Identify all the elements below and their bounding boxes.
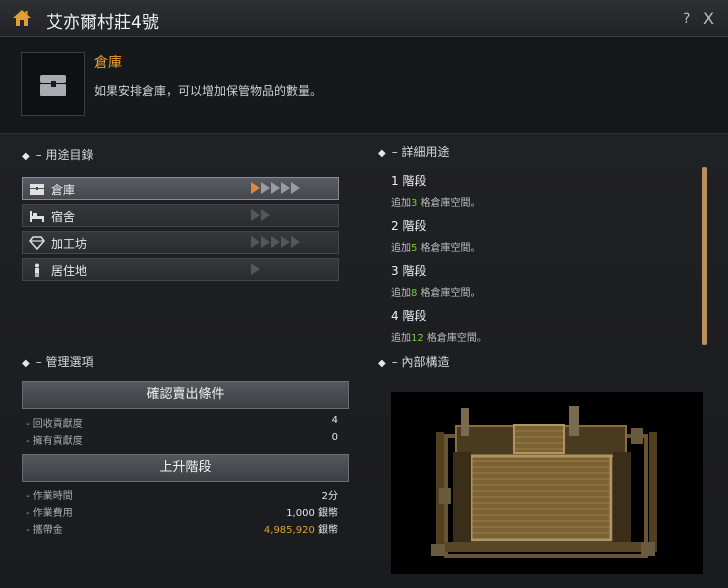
stage-3-desc: 追加8 格倉庫空間。 [391, 288, 481, 299]
diamond-icon: ◆ [22, 358, 30, 369]
house-window: 艾亦爾村莊4號 ? X 倉庫 如果安排倉庫，可以增加保管物品的數量。 ◆ – 用途… [0, 0, 728, 588]
interior-section-title: ◆ – 內部構造 [378, 355, 450, 369]
person-icon [35, 263, 39, 277]
stage-indicator [251, 182, 301, 196]
stage-indicator [251, 263, 261, 277]
usage-section-title: ◆ – 用途目錄 [22, 148, 94, 162]
work-time-row: - 作業時間 2分 [26, 491, 338, 502]
interior-preview[interactable] [391, 392, 703, 574]
usage-item-dormitory[interactable]: 宿舍 [22, 204, 339, 227]
stage-4-title: 4 階段 [391, 309, 427, 323]
usage-item-warehouse[interactable]: 倉庫 [22, 177, 339, 200]
usage-name: 倉庫 [94, 55, 122, 71]
management-section-title: ◆ – 管理選項 [22, 355, 94, 369]
window-title: 艾亦爾村莊4號 [46, 13, 159, 33]
stage-4-desc: 追加12 格倉庫空間。 [391, 333, 487, 344]
usage-item-label: 居住地 [51, 264, 88, 278]
stage-2-desc: 追加5 格倉庫空間。 [391, 243, 481, 254]
help-button[interactable]: ? [683, 11, 690, 27]
work-cost-row: - 作業費用 1,000 銀幣 [26, 508, 338, 519]
stage-2-title: 2 階段 [391, 219, 427, 233]
sell-conditions-button[interactable]: 確認賣出條件 [22, 381, 349, 409]
close-button[interactable]: X [703, 9, 714, 28]
title-bar: 艾亦爾村莊4號 ? X [0, 0, 728, 37]
scroll-thumb[interactable] [702, 167, 707, 345]
usage-item-label: 倉庫 [51, 183, 76, 197]
warehouse-interior-image [431, 406, 657, 558]
carried-money-row: - 攜帶金 4,985,920 銀幣 [26, 525, 338, 536]
usage-item-label: 宿舍 [51, 210, 76, 224]
stage-1-desc: 追加3 格倉庫空間。 [391, 198, 481, 209]
stage-indicator [251, 209, 271, 223]
stage-1-title: 1 階段 [391, 174, 427, 188]
diamond-icon: ◆ [378, 148, 386, 159]
usage-item-label: 加工坊 [51, 237, 88, 251]
bed-icon [30, 211, 44, 222]
usage-header: 倉庫 如果安排倉庫，可以增加保管物品的數量。 [0, 37, 728, 134]
chest-icon [30, 184, 44, 195]
usage-item-residence[interactable]: 居住地 [22, 258, 339, 281]
usage-description: 如果安排倉庫，可以增加保管物品的數量。 [94, 84, 323, 98]
home-icon [13, 10, 31, 26]
chest-thumbnail [21, 52, 85, 116]
usage-item-workshop[interactable]: 加工坊 [22, 231, 339, 254]
owned-contribution-row: - 擁有貢獻度 0 [26, 432, 338, 447]
chest-icon [40, 75, 66, 96]
upgrade-stage-button[interactable]: 上升階段 [22, 454, 349, 482]
details-section-title: ◆ – 詳細用途 [378, 145, 450, 159]
details-scrollbar[interactable] [702, 167, 707, 345]
stage-3-title: 3 階段 [391, 264, 427, 278]
diamond-icon: ◆ [22, 151, 30, 162]
diamond-icon: ◆ [378, 358, 386, 369]
gem-icon [29, 236, 45, 250]
stage-indicator [251, 236, 301, 250]
recover-contribution-row: - 回收貢獻度 4 [26, 415, 338, 430]
